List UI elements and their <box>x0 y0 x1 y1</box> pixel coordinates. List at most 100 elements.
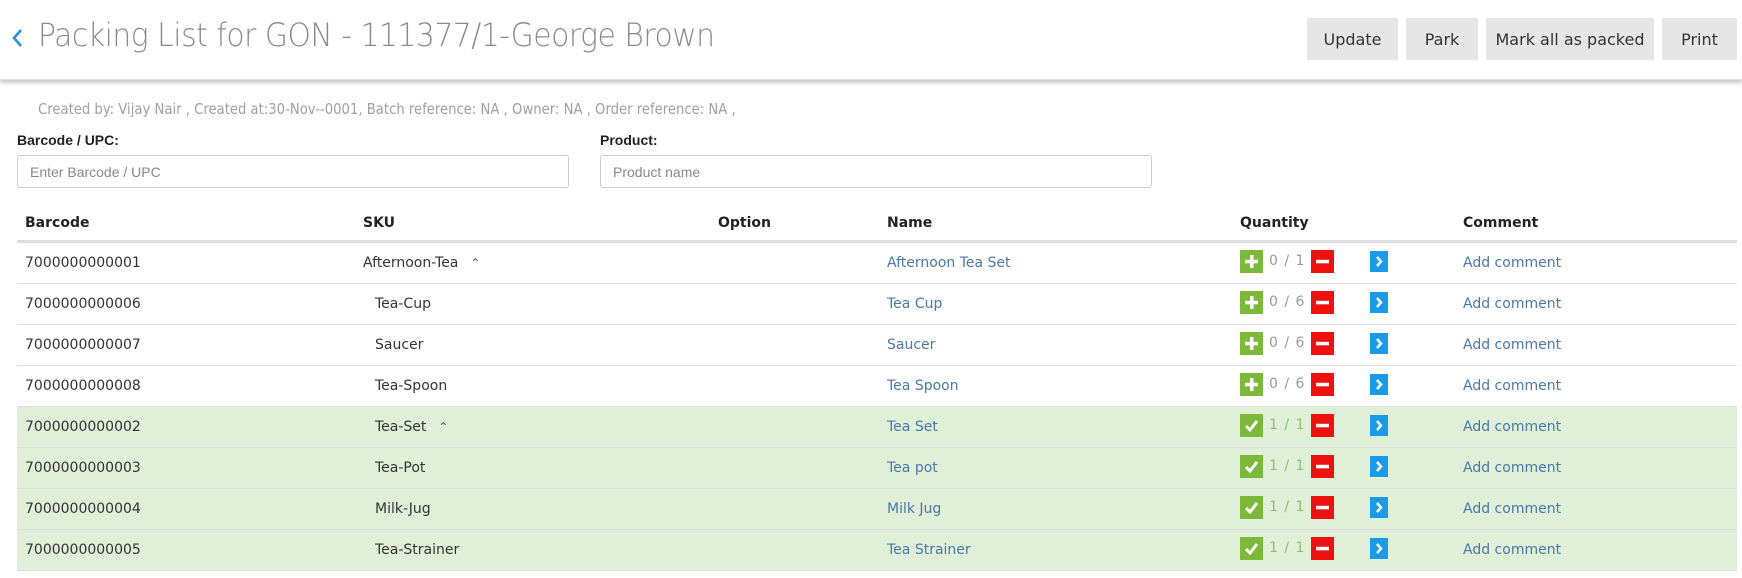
back-chevron-icon[interactable] <box>9 26 25 50</box>
chevron-right-icon[interactable] <box>1370 414 1388 436</box>
quantity-text: 1 / 1 <box>1269 417 1306 433</box>
column-header-quantity: Quantity <box>1232 206 1362 243</box>
comment-cell: Add comment <box>1455 406 1737 448</box>
quantity-cell: 1 / 1 <box>1232 488 1362 530</box>
add-comment-link[interactable]: Add comment <box>1463 542 1561 558</box>
table-row: 7000000000008 Tea-Spoon Tea Spoon 0 / 6 … <box>17 365 1737 407</box>
table-row: 7000000000003 Tea-Pot Tea pot 1 / 1 Add … <box>17 447 1737 489</box>
table-row: 7000000000001 Afternoon-Tea ⌃ Afternoon T… <box>17 241 1737 284</box>
actions-cell <box>1362 447 1455 489</box>
chevron-right-icon[interactable] <box>1370 373 1388 395</box>
sku-text: Milk-Jug <box>375 501 431 517</box>
actions-cell <box>1362 324 1455 366</box>
sku-text: Saucer <box>375 337 424 353</box>
chevron-right-icon[interactable] <box>1370 291 1388 313</box>
add-comment-link[interactable]: Add comment <box>1463 296 1561 312</box>
add-comment-link[interactable]: Add comment <box>1463 419 1561 435</box>
quantity-text: 0 / 6 <box>1269 376 1306 392</box>
column-header-name: Name <box>879 206 1232 243</box>
product-name-link[interactable]: Tea Spoon <box>887 378 959 394</box>
packed-check-icon[interactable] <box>1240 413 1263 437</box>
barcode-input[interactable] <box>17 155 569 188</box>
product-name-link[interactable]: Milk Jug <box>887 501 941 517</box>
product-name-link[interactable]: Saucer <box>887 337 935 353</box>
option-cell <box>710 283 879 325</box>
product-input[interactable] <box>600 155 1152 188</box>
name-cell: Milk Jug <box>879 488 1232 530</box>
actions-cell <box>1362 241 1455 284</box>
minus-icon[interactable] <box>1311 372 1335 396</box>
comment-cell: Add comment <box>1455 324 1737 366</box>
quantity-text: 0 / 1 <box>1269 253 1306 269</box>
packed-check-icon[interactable] <box>1240 454 1263 478</box>
minus-icon[interactable] <box>1311 331 1335 355</box>
chevron-right-icon[interactable] <box>1370 332 1388 354</box>
chevron-right-icon[interactable] <box>1370 455 1388 477</box>
product-name-link[interactable]: Tea Cup <box>887 296 942 312</box>
barcode-cell: 7000000000008 <box>17 365 355 407</box>
column-header-actions <box>1362 206 1455 243</box>
column-header-barcode: Barcode <box>17 206 355 243</box>
option-cell <box>710 447 879 489</box>
product-name-link[interactable]: Tea Strainer <box>887 542 971 558</box>
comment-cell: Add comment <box>1455 365 1737 407</box>
packing-table: Barcode SKU Option Name Quantity Comment… <box>17 206 1737 571</box>
plus-icon[interactable] <box>1240 290 1263 314</box>
chevron-right-icon[interactable] <box>1370 537 1388 559</box>
option-cell <box>710 406 879 448</box>
sku-cell: Saucer <box>355 324 710 366</box>
plus-icon[interactable] <box>1240 331 1263 355</box>
quantity-cell: 0 / 6 <box>1232 324 1362 366</box>
sku-text: Afternoon-Tea <box>363 255 459 271</box>
table-row: 7000000000004 Milk-Jug Milk Jug 1 / 1 Ad… <box>17 488 1737 530</box>
chevron-right-icon[interactable] <box>1370 250 1388 272</box>
table-header-row: Barcode SKU Option Name Quantity Comment <box>17 206 1737 243</box>
minus-icon[interactable] <box>1311 249 1335 273</box>
sku-cell: Tea-Set ⌃ <box>355 406 710 448</box>
add-comment-link[interactable]: Add comment <box>1463 378 1561 394</box>
quantity-cell: 1 / 1 <box>1232 406 1362 448</box>
option-cell <box>710 529 879 571</box>
collapse-caret-icon[interactable]: ⌃ <box>438 420 448 434</box>
packed-check-icon[interactable] <box>1240 495 1263 519</box>
minus-icon[interactable] <box>1311 536 1335 560</box>
comment-cell: Add comment <box>1455 283 1737 325</box>
mark-all-packed-button[interactable]: Mark all as packed <box>1486 18 1654 60</box>
chevron-right-icon[interactable] <box>1370 496 1388 518</box>
park-button[interactable]: Park <box>1406 18 1478 60</box>
actions-cell <box>1362 406 1455 448</box>
minus-icon[interactable] <box>1311 413 1335 437</box>
page-title: Packing List for GON - 111377/1-George B… <box>38 16 715 54</box>
product-name-link[interactable]: Afternoon Tea Set <box>887 255 1011 271</box>
sku-text: Tea-Pot <box>375 460 426 476</box>
collapse-caret-icon[interactable]: ⌃ <box>470 256 480 270</box>
plus-icon[interactable] <box>1240 249 1263 273</box>
table-row: 7000000000006 Tea-Cup Tea Cup 0 / 6 Add … <box>17 283 1737 325</box>
product-name-link[interactable]: Tea Set <box>887 419 938 435</box>
update-button[interactable]: Update <box>1307 18 1398 60</box>
barcode-cell: 7000000000001 <box>17 241 355 284</box>
add-comment-link[interactable]: Add comment <box>1463 337 1561 353</box>
quantity-cell: 1 / 1 <box>1232 447 1362 489</box>
sku-cell: Tea-Strainer <box>355 529 710 571</box>
name-cell: Tea Cup <box>879 283 1232 325</box>
column-header-sku: SKU <box>355 206 710 243</box>
packed-check-icon[interactable] <box>1240 536 1263 560</box>
quantity-text: 1 / 1 <box>1269 499 1306 515</box>
add-comment-link[interactable]: Add comment <box>1463 460 1561 476</box>
print-button[interactable]: Print <box>1662 18 1737 60</box>
plus-icon[interactable] <box>1240 372 1263 396</box>
comment-cell: Add comment <box>1455 447 1737 489</box>
option-cell <box>710 324 879 366</box>
minus-icon[interactable] <box>1311 290 1335 314</box>
quantity-cell: 1 / 1 <box>1232 529 1362 571</box>
minus-icon[interactable] <box>1311 454 1335 478</box>
barcode-cell: 7000000000003 <box>17 447 355 489</box>
add-comment-link[interactable]: Add comment <box>1463 255 1561 271</box>
comment-cell: Add comment <box>1455 529 1737 571</box>
add-comment-link[interactable]: Add comment <box>1463 501 1561 517</box>
sku-text: Tea-Cup <box>375 296 431 312</box>
minus-icon[interactable] <box>1311 495 1335 519</box>
product-label: Product: <box>600 132 658 148</box>
product-name-link[interactable]: Tea pot <box>887 460 938 476</box>
